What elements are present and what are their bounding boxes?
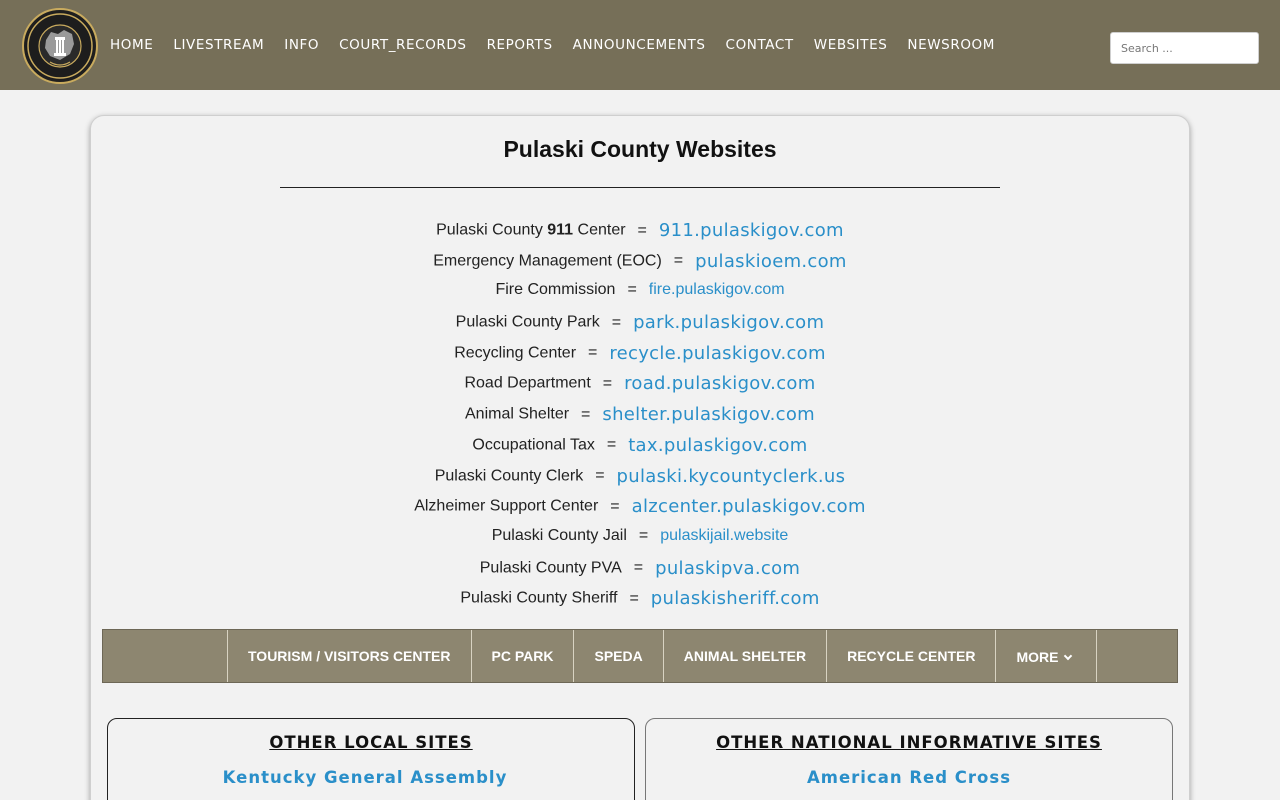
other-local-sites-box: OTHER LOCAL SITES Kentucky General Assem… <box>107 718 635 800</box>
website-label-suffix: Center <box>573 221 626 239</box>
chevron-down-icon <box>1064 651 1073 661</box>
website-label-text: Pulaski County Sheriff <box>460 589 618 607</box>
website-label: Emergency Management (EOC) <box>433 252 662 269</box>
kentucky-general-assembly-link[interactable]: Kentucky General Assembly <box>102 768 628 787</box>
website-list: Pulaski County 911 Center = 911.pulaskigov… <box>0 220 1280 619</box>
website-label-text: Recycling Center <box>454 344 577 362</box>
website-label: Pulaski County PVA <box>480 559 622 576</box>
subnav-pc-park-link[interactable]: PC PARK <box>472 630 575 682</box>
website-link[interactable]: road.pulaskigov.com <box>624 373 815 394</box>
nav-websites-link[interactable]: WEBSITES <box>814 36 888 54</box>
website-row: Pulaski County 911 Center = 911.pulaskigov… <box>0 220 1280 251</box>
website-label-text: Pulaski County Clerk <box>434 467 584 484</box>
other-local-sites-title: OTHER LOCAL SITES <box>269 733 473 752</box>
website-label-text: Animal Shelter <box>465 405 570 423</box>
website-label: Pulaski County 911 Center <box>436 222 625 239</box>
page-title: Pulaski County Websites <box>503 136 777 162</box>
top-header: HOME LIVESTREAM INFO COURT_RECORDS REPOR… <box>0 0 1280 90</box>
website-row: Pulaski County Sheriff = pulaskisheriff.co… <box>0 588 1280 619</box>
website-link[interactable]: pulaskipva.com <box>655 558 800 579</box>
county-seal-logo[interactable] <box>22 8 98 84</box>
website-label: Alzheimer Support Center <box>414 498 598 515</box>
main-nav: HOME LIVESTREAM INFO COURT_RECORDS REPOR… <box>110 36 1015 54</box>
county-seal-icon <box>26 12 94 80</box>
equals-separator: = <box>637 221 647 239</box>
website-label-text: Fire Commission <box>495 281 616 299</box>
subnav-more-dropdown[interactable]: MORE <box>996 630 1098 682</box>
nav-home-link[interactable]: HOME <box>110 36 153 54</box>
equals-separator: = <box>627 281 637 299</box>
website-label: Occupational Tax <box>472 436 594 453</box>
american-red-cross-link[interactable]: American Red Cross <box>646 768 1172 787</box>
website-label-text: Pulaski County Jail <box>491 526 627 544</box>
title-divider <box>280 187 1000 188</box>
website-link[interactable]: tax.pulaskigov.com <box>628 435 807 456</box>
nav-livestream-link[interactable]: LIVESTREAM <box>173 36 264 54</box>
equals-separator: = <box>606 436 617 454</box>
equals-separator: = <box>633 559 644 577</box>
website-label: Pulaski County Clerk <box>435 467 584 484</box>
website-label-text: Alzheimer Support Center <box>414 497 599 515</box>
website-link[interactable]: fire.pulaskigov.com <box>649 281 785 298</box>
other-national-sites-box: OTHER NATIONAL INFORMATIVE SITES America… <box>645 718 1173 800</box>
website-link[interactable]: alzcenter.pulaskigov.com <box>632 496 866 517</box>
website-row: Recycling Center = recycle.pulaskigov.com <box>0 343 1280 374</box>
website-label-text: Pulaski County <box>436 221 548 239</box>
website-row: Road Department = road.pulaskigov.com <box>0 373 1280 404</box>
other-national-sites-title: OTHER NATIONAL INFORMATIVE SITES <box>716 733 1102 752</box>
website-link[interactable]: recycle.pulaskigov.com <box>609 343 825 364</box>
subnav-tourism-link[interactable]: TOURISM / VISITORS CENTER <box>228 630 472 682</box>
equals-separator: = <box>595 467 605 484</box>
website-link[interactable]: pulaskioem.com <box>695 251 847 272</box>
equals-separator: = <box>673 252 684 270</box>
website-label-text: Road Department <box>464 374 591 392</box>
website-label-text: Pulaski County PVA <box>479 559 622 577</box>
website-label-text: Pulaski County Park <box>455 313 600 331</box>
equals-separator: = <box>611 313 622 331</box>
website-row: Pulaski County Jail = pulaskijail.website <box>0 527 1280 558</box>
website-label: Recycling Center <box>454 344 576 361</box>
nav-contact-link[interactable]: CONTACT <box>726 36 794 54</box>
website-link[interactable]: shelter.pulaskigov.com <box>602 404 815 425</box>
equals-separator: = <box>610 497 620 515</box>
website-row: Occupational Tax = tax.pulaskigov.com <box>0 435 1280 466</box>
website-link[interactable]: pulaski.kycountyclerk.us <box>617 466 846 487</box>
equals-separator: = <box>581 405 591 423</box>
website-label: Fire Commission <box>495 281 615 298</box>
website-link[interactable]: 911.pulaskigov.com <box>659 220 844 241</box>
website-row: Animal Shelter = shelter.pulaskigov.com <box>0 404 1280 435</box>
website-label: Animal Shelter <box>465 406 569 423</box>
website-row: Pulaski County Park = park.pulaskigov.com <box>0 312 1280 343</box>
website-row: Emergency Management (EOC) = pulaskioem.co… <box>0 251 1280 282</box>
equals-separator: = <box>602 374 613 392</box>
website-row: Pulaski County Clerk = pulaski.kycountycle… <box>0 466 1280 497</box>
website-row: Alzheimer Support Center = alzcenter.pulas… <box>0 496 1280 527</box>
nav-announcements-link[interactable]: ANNOUNCEMENTS <box>573 36 706 54</box>
website-link[interactable]: pulaskisheriff.com <box>651 588 820 609</box>
subnav-animal-shelter-link[interactable]: ANIMAL SHELTER <box>664 630 828 682</box>
secondary-nav: TOURISM / VISITORS CENTER PC PARK SPEDA … <box>102 629 1178 683</box>
search-input[interactable] <box>1110 32 1259 64</box>
website-label: Road Department <box>464 375 590 392</box>
more-label: MORE <box>1016 649 1059 665</box>
nav-newsroom-link[interactable]: NEWSROOM <box>907 36 995 54</box>
website-label: Pulaski County Sheriff <box>460 590 617 607</box>
website-label-emphasis: 911 <box>547 221 574 239</box>
website-row: Fire Commission = fire.pulaskigov.com <box>0 281 1280 312</box>
website-label: Pulaski County Park <box>456 314 600 331</box>
equals-separator: = <box>629 589 639 607</box>
website-label-text: Occupational Tax <box>472 436 595 454</box>
nav-court-records-link[interactable]: COURT_RECORDS <box>339 36 466 54</box>
equals-separator: = <box>588 344 598 362</box>
website-row: Pulaski County PVA = pulaskipva.com <box>0 558 1280 589</box>
nav-reports-link[interactable]: REPORTS <box>487 36 553 54</box>
website-link[interactable]: pulaskijail.website <box>660 527 788 544</box>
website-label: Pulaski County Jail <box>492 527 627 544</box>
nav-info-link[interactable]: INFO <box>284 36 319 54</box>
equals-separator: = <box>638 526 649 544</box>
subnav-speda-link[interactable]: SPEDA <box>574 630 664 682</box>
subnav-recycle-center-link[interactable]: RECYCLE CENTER <box>827 630 997 682</box>
website-label-text: Emergency Management (EOC) <box>433 252 662 270</box>
website-link[interactable]: park.pulaskigov.com <box>633 312 824 333</box>
